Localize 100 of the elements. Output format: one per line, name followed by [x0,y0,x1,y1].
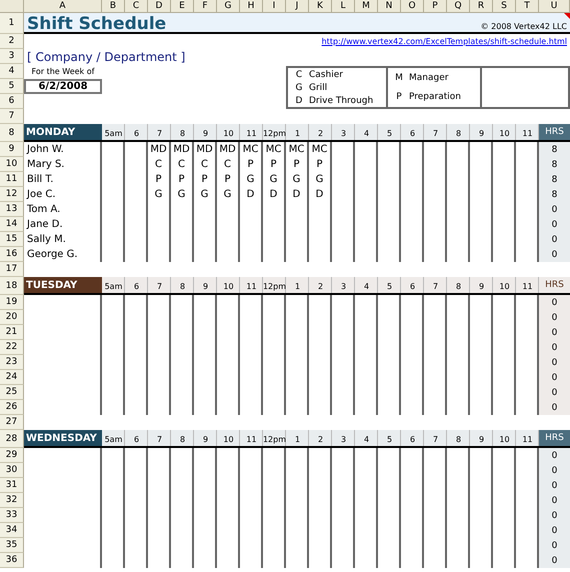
hour-label: 3 [340,434,348,446]
hour-label: 11 [245,128,258,140]
column-header[interactable]: K [309,0,332,13]
hours-total: 0 [539,295,570,310]
row-number[interactable]: 18 [0,277,24,295]
hours-total: 0 [539,325,570,340]
column-header[interactable]: D [148,0,171,13]
column-header[interactable]: I [263,0,286,13]
row-number[interactable]: 12 [0,187,24,202]
employee-name: George G. [26,248,78,262]
column-header[interactable]: A [24,0,102,13]
row-number[interactable]: 4 [0,64,24,79]
shift-code: P [178,173,186,187]
shift-code: P [247,158,255,172]
employee-name: John W. [26,143,64,157]
column-header[interactable]: L [332,0,355,13]
hour-label: 8 [454,128,462,140]
column-header[interactable]: J [286,0,309,13]
row-number[interactable]: 33 [0,508,24,523]
column-header[interactable]: R [470,0,493,13]
row-number[interactable]: 32 [0,493,24,508]
row-number[interactable]: 7 [0,109,24,124]
row-number[interactable]: 36 [0,553,24,568]
shift-code: MD [173,143,191,157]
hour-label: 4 [362,128,370,140]
legend-code: G [294,82,304,92]
shift-code: P [224,173,232,187]
shift-code: P [316,158,324,172]
hour-label: 8 [454,280,462,292]
row-number[interactable]: 5 [0,79,24,94]
row-number[interactable]: 16 [0,247,24,262]
row-number[interactable]: 19 [0,295,24,310]
column-header[interactable]: P [424,0,447,13]
column-header[interactable]: M [355,0,378,13]
row-number[interactable]: 17 [0,262,24,277]
select-all-corner[interactable] [0,0,24,13]
hour-label: 7 [156,128,164,140]
hour-label: 7 [432,280,440,292]
row-number[interactable]: 1 [0,13,24,34]
hour-label: 9 [202,128,210,140]
hours-total: 0 [539,400,570,415]
row-number[interactable]: 10 [0,157,24,172]
column-header[interactable]: N [378,0,401,13]
hour-label: 8 [178,434,186,446]
employee-name: Mary S. [26,158,64,172]
hour-label: 10 [222,434,235,446]
row-number[interactable]: 22 [0,340,24,355]
row-number[interactable]: 35 [0,538,24,553]
week-label: For the Week of [32,67,94,76]
template-link[interactable]: http://www.vertex42.com/ExcelTemplates/shift-schedule.html [322,37,570,46]
column-header[interactable]: U [539,0,570,13]
row-number[interactable]: 27 [0,415,24,430]
week-date-field[interactable]: 6/2/2008 [24,79,102,94]
column-header[interactable]: H [240,0,263,13]
hours-total: 0 [539,493,570,508]
row-number[interactable]: 31 [0,478,24,493]
hours-header: HRS [539,430,570,448]
employee-name: Joe C. [26,188,56,202]
row-number[interactable]: 9 [0,142,24,157]
hours-total: 0 [539,508,570,523]
column-header[interactable]: F [194,0,217,13]
hour-label: 12pm [263,280,286,293]
row-number[interactable]: 30 [0,463,24,478]
row-number[interactable]: 3 [0,49,24,64]
row-number[interactable]: 13 [0,202,24,217]
hours-total: 8 [539,142,570,157]
hour-label: 6 [132,434,140,446]
column-header[interactable]: B [102,0,125,13]
shift-code: C [224,158,232,172]
legend-label: Grill [308,82,328,92]
hours-header: HRS [539,277,570,295]
column-header[interactable]: Q [447,0,470,13]
row-number[interactable]: 34 [0,523,24,538]
row-number[interactable]: 11 [0,172,24,187]
hour-label: 6 [408,434,416,446]
row-number[interactable]: 15 [0,232,24,247]
row-number[interactable]: 24 [0,370,24,385]
row-number[interactable]: 28 [0,430,24,448]
row-number[interactable]: 6 [0,94,24,109]
column-header[interactable]: T [516,0,539,13]
row-number[interactable]: 23 [0,355,24,370]
row-number[interactable]: 8 [0,124,24,142]
row-number[interactable]: 21 [0,325,24,340]
hour-label: 9 [202,280,210,292]
row-number[interactable]: 20 [0,310,24,325]
row-number[interactable]: 26 [0,400,24,415]
column-header[interactable]: E [171,0,194,13]
column-header[interactable]: S [493,0,516,13]
hours-total: 0 [539,463,570,478]
hour-label: 6 [132,280,140,292]
row-number[interactable]: 25 [0,385,24,400]
row-number[interactable]: 14 [0,217,24,232]
row-number[interactable]: 2 [0,34,24,49]
column-header[interactable]: G [217,0,240,13]
shift-code: G [224,188,232,202]
column-header[interactable]: O [401,0,424,13]
column-header[interactable]: C [125,0,148,13]
hours-total: 0 [539,478,570,493]
day-header: MONDAY [24,124,102,142]
row-number[interactable]: 29 [0,448,24,463]
